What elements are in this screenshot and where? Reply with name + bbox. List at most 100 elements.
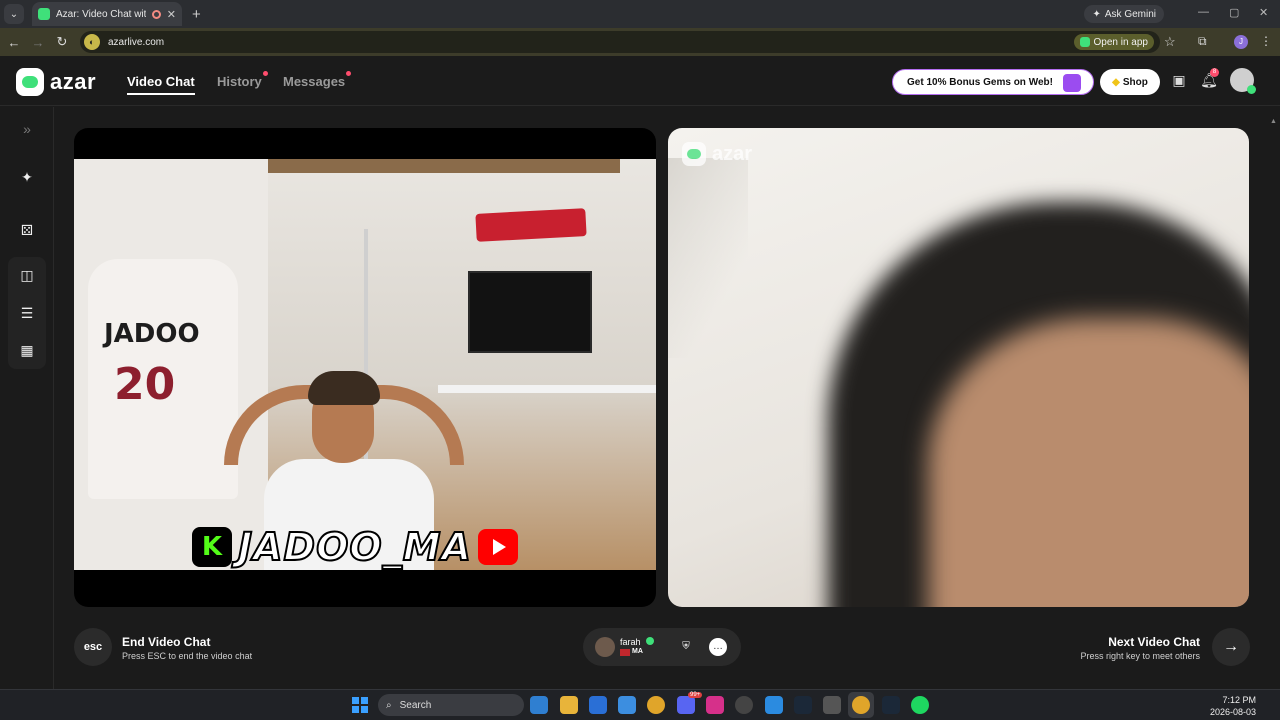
watermark-text: azar [712,142,753,165]
layout-side-by-side-icon[interactable]: ◫ [16,264,38,286]
dice-random-icon[interactable]: ⚄ [16,219,38,241]
minimize-icon[interactable]: — [1198,6,1209,18]
my-video-panel: JADOO 20 K JADOO_MA [74,128,656,607]
windows-start-icon[interactable] [352,697,368,713]
next-chat-hint: Press right key to meet others [1080,651,1200,661]
arrow-right-icon: → [1223,638,1239,655]
morocco-flag-icon [620,649,630,656]
left-sidebar: » ✦ ⚄ ◫ ☰ ▦ [0,107,54,689]
stream-name-text: JADOO_MA [237,524,472,570]
spotify-icon[interactable] [911,696,929,714]
youtube-logo-icon [477,529,518,565]
back-icon[interactable]: ← [2,35,26,50]
tab-search-icon[interactable]: ⌄ [4,4,24,24]
maximize-icon[interactable]: ▢ [1229,6,1239,19]
report-shield-icon[interactable]: ⛨ [677,638,695,656]
bookmark-star-icon[interactable]: ☆ [1164,34,1176,50]
browser-tab[interactable]: Azar: Video Chat with New ✕ [32,2,182,26]
scrollbar-up-icon[interactable]: ▲ [1270,118,1277,125]
widgets-icon[interactable] [530,696,548,714]
chat-bubble-icon[interactable]: … [709,638,727,656]
azar-logo-icon [16,68,44,96]
nav-video-chat[interactable]: Video Chat [127,74,195,95]
end-chat-title: End Video Chat [122,635,211,649]
partner-info-bar: farah MA ⛨ … [583,628,741,666]
discord-badge: 99+ [688,692,703,698]
browser-tab-bar: ⌄ Azar: Video Chat with New ✕ + ✦ Ask Ge… [0,0,1280,28]
browser-profile-avatar[interactable]: J [1234,35,1248,49]
history-notification-dot [262,71,268,76]
partner-country: MA [632,648,643,655]
chrome-icon[interactable] [647,696,665,714]
chrome-active-icon[interactable] [852,696,870,714]
messages-notification-dot [346,71,352,76]
browser-toolbar: ← → ↻ ◐ azarlive.com Open in app ☆ ⧉ J ⋮ [0,28,1280,56]
chatgpt-icon[interactable] [735,696,753,714]
steam-icon[interactable] [794,696,812,714]
steam-secondary-icon[interactable] [882,696,900,714]
azar-favicon-icon [38,8,50,20]
gift-icon [1063,74,1081,92]
system-clock[interactable]: 7:12 PM 2026-08-03 [1210,694,1256,718]
open-in-app-label: Open in app [1093,36,1149,48]
user-avatar[interactable] [1230,68,1256,94]
gemini-sparkle-icon: ✦ [1092,8,1101,20]
jersey-number-text: 20 [114,359,176,410]
capcut-icon[interactable] [823,696,841,714]
browser-menu-icon[interactable]: ⋮ [1260,34,1272,48]
site-info-icon[interactable]: ◐ [84,34,100,50]
azar-logo[interactable]: azar [16,68,96,96]
instagram-icon[interactable] [706,696,724,714]
microsoft-store-icon[interactable] [618,696,636,714]
ask-gemini-label: Ask Gemini [1104,8,1156,20]
discord-icon[interactable] [677,696,695,714]
app-header: azar Video Chat History Messages Get 10%… [0,56,1280,125]
tv-image [468,271,592,353]
reload-icon[interactable]: ↻ [50,34,74,50]
outlook-icon[interactable] [589,696,607,714]
end-chat-esc-button[interactable]: esc [74,628,112,666]
nav-history[interactable]: History [217,71,268,89]
expand-sidebar-icon[interactable]: » [16,118,38,140]
shop-label: Shop [1122,76,1148,88]
promo-label: Get 10% Bonus Gems on Web! [907,76,1053,88]
taskbar-search[interactable]: ⌕ Search [378,694,524,716]
end-chat-hint: Press ESC to end the video chat [122,651,253,661]
my-camera-feed: JADOO 20 [74,159,656,570]
nav-history-label: History [217,74,262,89]
taskbar-search-label: Search [399,699,432,711]
inbox-icon[interactable]: ▣ [1170,72,1188,90]
ask-gemini-button[interactable]: ✦ Ask Gemini [1084,5,1164,23]
address-bar[interactable]: ◐ azarlive.com Open in app [80,31,1160,53]
kick-logo-icon: K [192,527,232,567]
nav-messages[interactable]: Messages [283,71,352,89]
tab-title: Azar: Video Chat with New [56,8,146,20]
new-tab-icon[interactable]: + [192,6,201,23]
online-status-icon [1247,85,1256,94]
close-window-icon[interactable]: ✕ [1259,6,1268,19]
zoom-icon[interactable] [765,696,783,714]
azar-watermark: azar [682,142,752,166]
shop-button[interactable]: ◆ Shop [1100,69,1160,95]
forward-icon[interactable]: → [26,35,50,50]
file-explorer-icon[interactable] [560,696,578,714]
next-chat-button[interactable]: → [1212,628,1250,666]
bonus-gems-promo-button[interactable]: Get 10% Bonus Gems on Web! [892,69,1094,95]
windows-taskbar: ⌕ Search 99+ 7:12 PM 2026-08-03 [0,689,1280,720]
logo-text: azar [50,69,97,94]
close-tab-icon[interactable]: ✕ [167,8,176,21]
layout-grid-icon[interactable]: ▦ [16,339,38,361]
jersey-name-text: JADOO [104,319,200,349]
layout-stacked-icon[interactable]: ☰ [16,302,38,324]
azar-watermark-icon [682,142,706,166]
nav-messages-label: Messages [283,74,346,89]
clock-date: 2026-08-03 [1209,707,1256,717]
search-icon: ⌕ [386,699,392,711]
open-in-app-button[interactable]: Open in app [1073,34,1154,50]
notification-badge: 8 [1210,68,1219,77]
extensions-icon[interactable]: ⧉ [1198,34,1207,49]
partner-avatar[interactable] [595,637,615,657]
magic-wand-effects-icon[interactable]: ✦ [16,166,38,188]
azar-app-icon [1079,37,1090,47]
url-text: azarlive.com [108,36,165,48]
